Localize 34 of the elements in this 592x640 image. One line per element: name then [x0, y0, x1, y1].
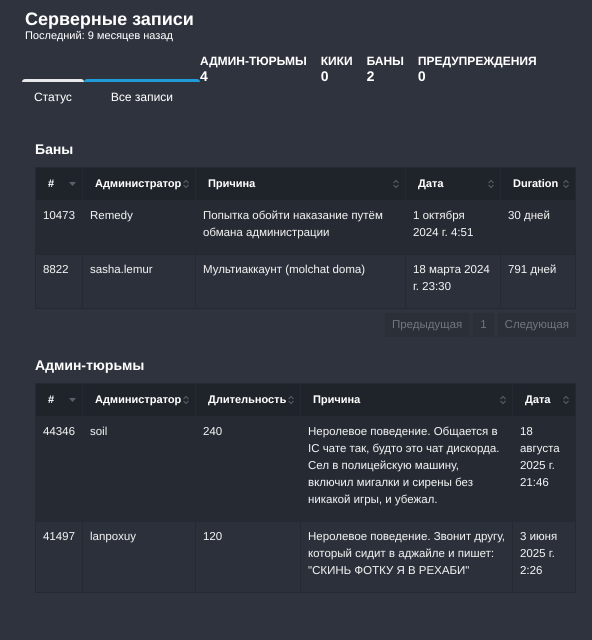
- column-header[interactable]: #: [36, 168, 82, 200]
- stat-value: 2: [366, 68, 376, 84]
- tab[interactable]: Все записи: [84, 79, 200, 113]
- tab[interactable]: Статус: [22, 79, 84, 113]
- column-header[interactable]: Duration: [501, 168, 575, 200]
- last-updated-text: Последний: 9 месяцев назад: [25, 30, 174, 42]
- column-header[interactable]: #: [36, 384, 82, 416]
- stat-label: БАНЫ: [366, 54, 404, 68]
- table-cell: 791 дней: [501, 255, 575, 308]
- section-title: Баны: [35, 141, 74, 157]
- column-header[interactable]: Администратор: [83, 384, 195, 416]
- section-title: Админ-тюрьмы: [35, 357, 144, 373]
- stat-label: ПРЕДУПРЕЖДЕНИЯ: [418, 54, 537, 68]
- stat-label: АДМИН-ТЮРЬМЫ: [200, 54, 307, 68]
- table-cell: 18 марта 2024 г. 23:30: [406, 255, 500, 308]
- table-cell: sasha.lemur: [83, 255, 195, 308]
- column-header[interactable]: Причина: [301, 384, 512, 416]
- column-header[interactable]: Длительность: [196, 384, 300, 416]
- table-cell: 120: [196, 522, 300, 592]
- stat-value: 0: [418, 68, 427, 84]
- column-header[interactable]: Причина: [196, 168, 405, 200]
- column-header[interactable]: Администратор: [83, 168, 195, 200]
- table-cell: 41497: [36, 522, 82, 592]
- stat-value: 4: [200, 68, 209, 84]
- page-title: Серверные записи: [25, 9, 194, 30]
- table-cell: Неролевое поведение. Звонит другу, который сидит в аджайле и пишет: "СКИНЬ ФОТКУ Я В РЕХАБИ": [301, 522, 512, 592]
- table-cell: lanpoxuy: [83, 522, 195, 592]
- table-cell: Мультиаккаунт (molchat doma): [196, 255, 405, 308]
- stat-value: 0: [320, 68, 330, 84]
- table-cell: 3 июня 2025 г. 2:26: [513, 522, 575, 592]
- stat-label: КИКИ: [320, 54, 353, 68]
- column-header[interactable]: Дата: [513, 384, 575, 416]
- table-cell: 8822: [36, 255, 82, 308]
- column-header[interactable]: Дата: [406, 168, 500, 200]
